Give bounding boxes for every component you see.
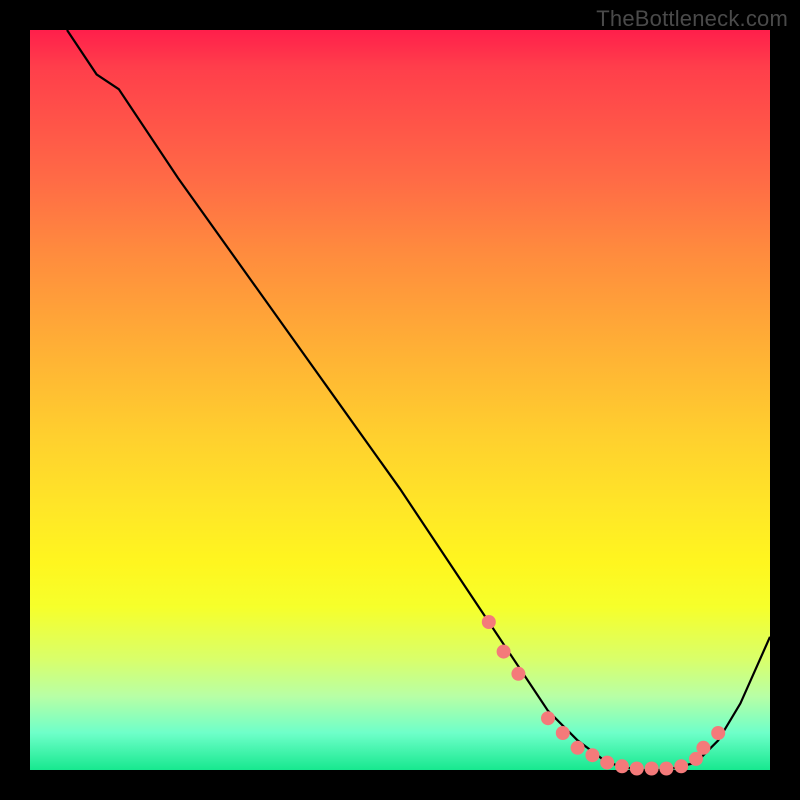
marker-dot bbox=[600, 756, 614, 770]
curve-markers bbox=[482, 615, 725, 776]
marker-dot bbox=[711, 726, 725, 740]
bottleneck-curve bbox=[67, 30, 770, 770]
marker-dot bbox=[659, 762, 673, 776]
marker-dot bbox=[541, 711, 555, 725]
marker-dot bbox=[615, 759, 629, 773]
marker-dot bbox=[630, 762, 644, 776]
marker-dot bbox=[556, 726, 570, 740]
plot-area bbox=[30, 30, 770, 770]
curve-layer bbox=[30, 30, 770, 770]
marker-dot bbox=[645, 762, 659, 776]
watermark-text: TheBottleneck.com bbox=[596, 6, 788, 32]
marker-dot bbox=[511, 667, 525, 681]
marker-dot bbox=[696, 741, 710, 755]
marker-dot bbox=[497, 645, 511, 659]
marker-dot bbox=[482, 615, 496, 629]
marker-dot bbox=[571, 741, 585, 755]
chart-frame: TheBottleneck.com bbox=[0, 0, 800, 800]
marker-dot bbox=[585, 748, 599, 762]
marker-dot bbox=[674, 759, 688, 773]
